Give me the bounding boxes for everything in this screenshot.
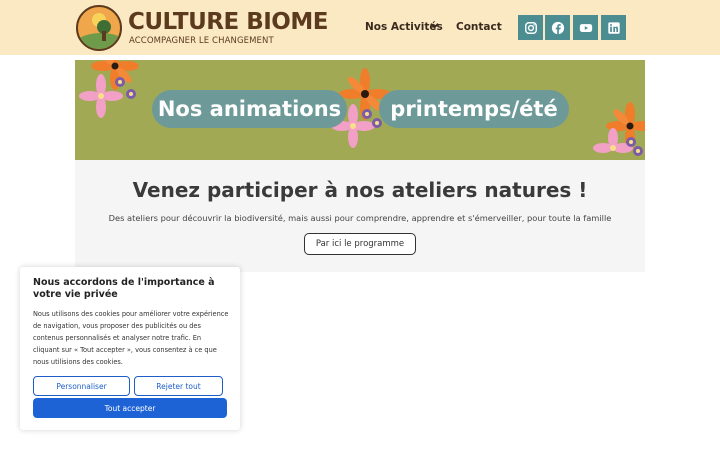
linkedin-icon[interactable] xyxy=(601,15,626,40)
banner-pill-animations: Nos animations xyxy=(152,90,347,128)
accept-all-button[interactable]: Tout accepter xyxy=(33,398,227,418)
brand-tagline: ACCOMPAGNER LE CHANGEMENT xyxy=(129,36,274,46)
trunk-shape xyxy=(102,31,106,41)
facebook-icon[interactable] xyxy=(545,15,570,40)
chevron-down-icon[interactable] xyxy=(430,21,439,33)
cookie-title: Nous accordons de l'importance à votre v… xyxy=(33,277,215,300)
customize-button[interactable]: Personnaliser xyxy=(33,376,130,396)
brand-name[interactable]: CULTURE BIOME xyxy=(128,9,328,35)
intro-section: Venez participer à nos ateliers natures … xyxy=(75,160,645,272)
logo[interactable] xyxy=(76,5,122,51)
nav-contact[interactable]: Contact xyxy=(456,21,502,33)
cookie-consent-dialog: Nous accordons de l'importance à votre v… xyxy=(20,267,240,430)
cookie-body: Nous utilisons des cookies pour améliore… xyxy=(33,310,229,366)
instagram-icon[interactable] xyxy=(518,15,543,40)
intro-text: Des ateliers pour découvrir la biodivers… xyxy=(108,213,612,223)
hero-banner: Nos animations printemps/été xyxy=(75,60,645,160)
hill-shape xyxy=(78,33,120,49)
youtube-icon[interactable] xyxy=(573,15,598,40)
banner-pill-season: printemps/été xyxy=(379,90,569,128)
program-button[interactable]: Par ici le programme xyxy=(304,233,416,255)
page-title: Venez participer à nos ateliers natures … xyxy=(132,178,588,202)
reject-all-button[interactable]: Rejeter tout xyxy=(134,376,223,396)
site-header: CULTURE BIOME ACCOMPAGNER LE CHANGEMENT … xyxy=(0,0,720,55)
